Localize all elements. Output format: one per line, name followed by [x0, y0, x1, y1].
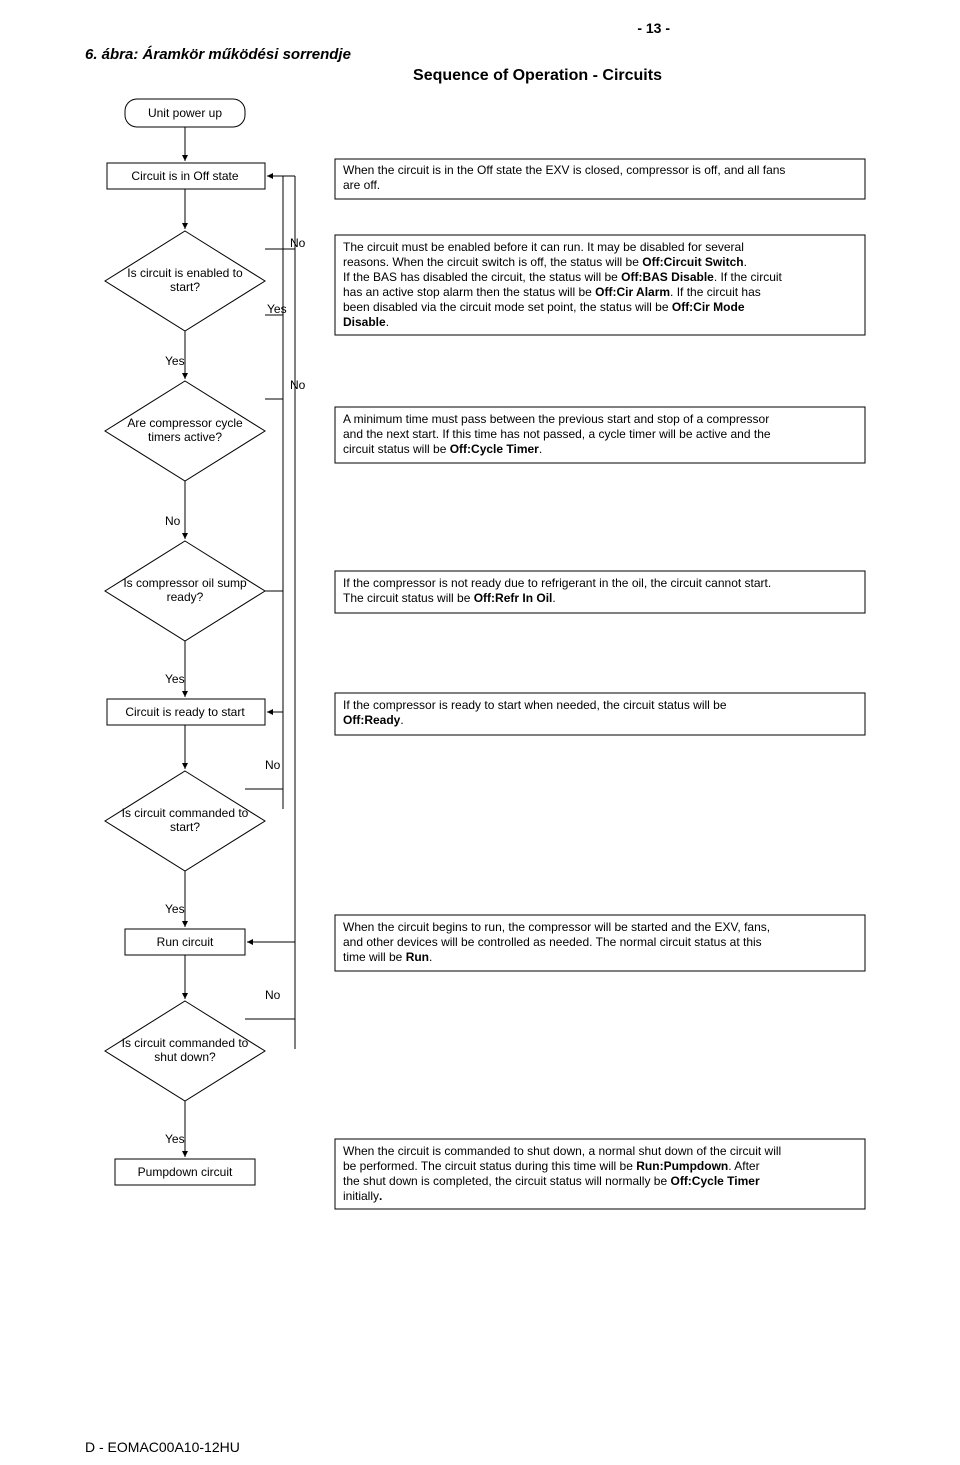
label-ready: Circuit is ready to start — [125, 705, 245, 719]
svg-text:When the circuit begins to run: When the circuit begins to run, the comp… — [343, 920, 770, 934]
svg-text:A minimum time must pass betwe: A minimum time must pass between the pre… — [343, 412, 769, 426]
svg-text:The circuit status will be Off: The circuit status will be Off:Refr In O… — [343, 591, 556, 605]
label-run: Run circuit — [157, 935, 214, 949]
node-run: Run circuit — [125, 929, 245, 955]
label-enabled-l2: start? — [170, 280, 200, 294]
label-enabled-l1: Is circuit is enabled to — [127, 266, 243, 280]
svg-text:When the circuit is in the Off: When the circuit is in the Off state the… — [343, 163, 785, 177]
desc-run: When the circuit begins to run, the comp… — [335, 915, 865, 971]
svg-text:reasons. When the circuit swi: reasons. When the circuit switch is off,… — [343, 255, 747, 269]
flowchart: Unit power up Circuit is in Off state Wh… — [85, 89, 875, 1309]
svg-text:circuit status will be Off:Cyc: circuit status will be Off:Cycle Timer. — [343, 442, 542, 456]
label-oil-l2: ready? — [167, 590, 204, 604]
svg-text:be performed. The circuit sta: be performed. The circuit status during … — [343, 1159, 760, 1173]
desc-off-l1: When the circuit is in the Off state the… — [343, 163, 785, 177]
label-yes-3: Yes — [165, 672, 185, 686]
document-page: - 13 - 6. ábra: Áramkör működési sorrend… — [0, 0, 960, 1465]
desc-oil: If the compressor is not ready due to re… — [335, 571, 865, 613]
svg-text:and the next start. If this t: and the next start. If this time has not… — [343, 427, 771, 441]
figure-caption: 6. ábra: Áramkör működési sorrendje — [85, 46, 870, 63]
label-no-3: No — [165, 514, 181, 528]
desc-off-l2: are off. — [343, 178, 380, 192]
label-timers-l2: timers active? — [148, 430, 222, 444]
node-cmd-start: Is circuit commanded to start? — [105, 771, 265, 871]
node-cmd-shut: Is circuit commanded to shut down? — [105, 1001, 265, 1101]
footer-code: D - EOMAC00A10-12HU — [85, 1439, 240, 1455]
desc-pumpdown: When the circuit is commanded to shut do… — [335, 1139, 865, 1209]
svg-text:has an active stop alarm then: has an active stop alarm then the status… — [343, 285, 761, 299]
label-timers-l1: Are compressor cycle — [127, 416, 243, 430]
svg-text:If the BAS has disabled the ci: If the BAS has disabled the circuit, the… — [343, 270, 783, 284]
svg-text:initially.: initially. — [343, 1189, 382, 1203]
svg-text:time will be Run.: time will be Run. — [343, 950, 432, 964]
label-yes-1: Yes — [267, 302, 287, 316]
svg-text:the shut down is completed, th: the shut down is completed, the circuit … — [343, 1174, 760, 1188]
label-cmd-shut-l1: Is circuit commanded to — [122, 1036, 249, 1050]
svg-text:When the circuit is commanded: When the circuit is commanded to shut do… — [343, 1144, 781, 1158]
node-pumpdown: Pumpdown circuit — [115, 1159, 255, 1185]
figure-title: Sequence of Operation - Circuits — [205, 67, 870, 85]
label-pumpdown: Pumpdown circuit — [138, 1165, 233, 1179]
label-yes-5: Yes — [165, 1132, 185, 1146]
desc-timers: A minimum time must pass between the pre… — [335, 407, 865, 463]
desc-enabled: The circuit must be enabled before it ca… — [335, 235, 865, 335]
page-number: - 13 - — [637, 20, 670, 36]
label-cmd-shut-l2: shut down? — [154, 1050, 216, 1064]
label-no-1: No — [290, 236, 306, 250]
desc-en-l1: The circuit must be enabled before it ca… — [343, 240, 744, 254]
svg-text:If the compressor is ready to: If the compressor is ready to start when… — [343, 698, 727, 712]
label-cmd-start-l1: Is circuit commanded to — [122, 806, 249, 820]
node-enabled: Is circuit is enabled to start? — [105, 231, 265, 331]
svg-text:Disable.: Disable. — [343, 315, 389, 329]
node-oil: Is compressor oil sump ready? — [105, 541, 265, 641]
svg-text:If the compressor is not ready: If the compressor is not ready due to re… — [343, 576, 771, 590]
node-unit-power-up: Unit power up — [125, 99, 245, 127]
svg-text:Off:Ready.: Off:Ready. — [343, 713, 404, 727]
svg-text:been disabled via the circuit: been disabled via the circuit mode set p… — [343, 300, 745, 314]
node-ready: Circuit is ready to start — [107, 699, 265, 725]
label-oil-l1: Is compressor oil sump — [123, 576, 247, 590]
svg-text:are off.: are off. — [343, 178, 380, 192]
label-off-state: Circuit is in Off state — [131, 169, 238, 183]
node-timers: Are compressor cycle timers active? — [105, 381, 265, 481]
label-no-2: No — [290, 378, 306, 392]
label-no-4: No — [265, 758, 281, 772]
label-yes-2: Yes — [165, 354, 185, 368]
desc-off-state: When the circuit is in the Off state the… — [335, 159, 865, 199]
label-cmd-start-l2: start? — [170, 820, 200, 834]
node-off-state: Circuit is in Off state — [107, 163, 265, 189]
label-yes-4: Yes — [165, 902, 185, 916]
desc-ready: If the compressor is ready to start when… — [335, 693, 865, 735]
label-no-5: No — [265, 988, 281, 1002]
page-header: - 13 - — [85, 20, 870, 44]
label-unit-power-up: Unit power up — [148, 106, 222, 120]
svg-text:and other devices will be cont: and other devices will be controlled as … — [343, 935, 762, 949]
